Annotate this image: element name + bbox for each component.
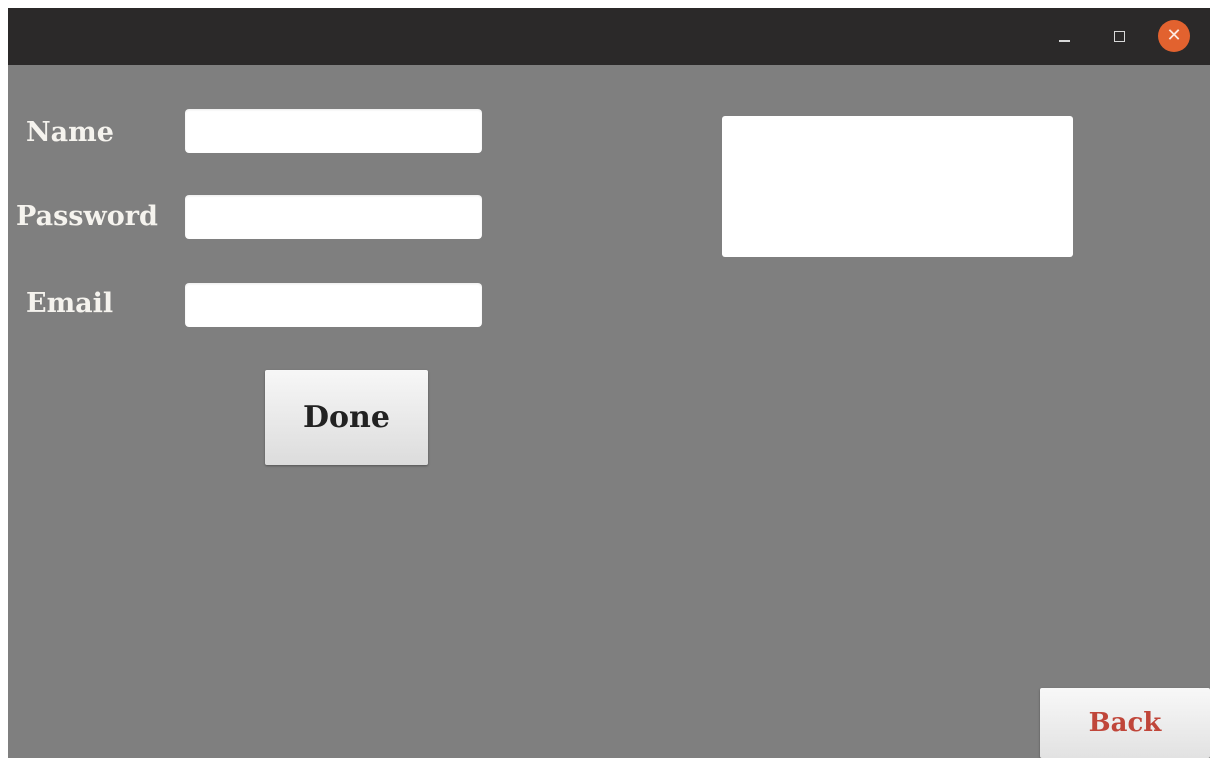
close-button[interactable]: ✕	[1158, 20, 1190, 52]
app-window: ✕ Name Password Email Done	[8, 8, 1210, 758]
close-icon: ✕	[1158, 20, 1190, 52]
password-label: Password	[16, 201, 158, 232]
done-button[interactable]: Done	[265, 370, 428, 465]
minimize-icon	[1058, 40, 1070, 42]
maximize-button[interactable]	[1103, 20, 1135, 52]
email-field[interactable]	[185, 283, 482, 327]
password-field[interactable]	[185, 195, 482, 239]
minimize-button[interactable]	[1048, 20, 1080, 52]
back-button[interactable]: Back	[1040, 688, 1210, 758]
title-bar: ✕	[8, 8, 1210, 65]
output-text-area[interactable]	[722, 116, 1073, 257]
maximize-icon	[1113, 30, 1125, 42]
name-field[interactable]	[185, 109, 482, 153]
name-label: Name	[26, 117, 114, 148]
email-label: Email	[26, 288, 114, 319]
